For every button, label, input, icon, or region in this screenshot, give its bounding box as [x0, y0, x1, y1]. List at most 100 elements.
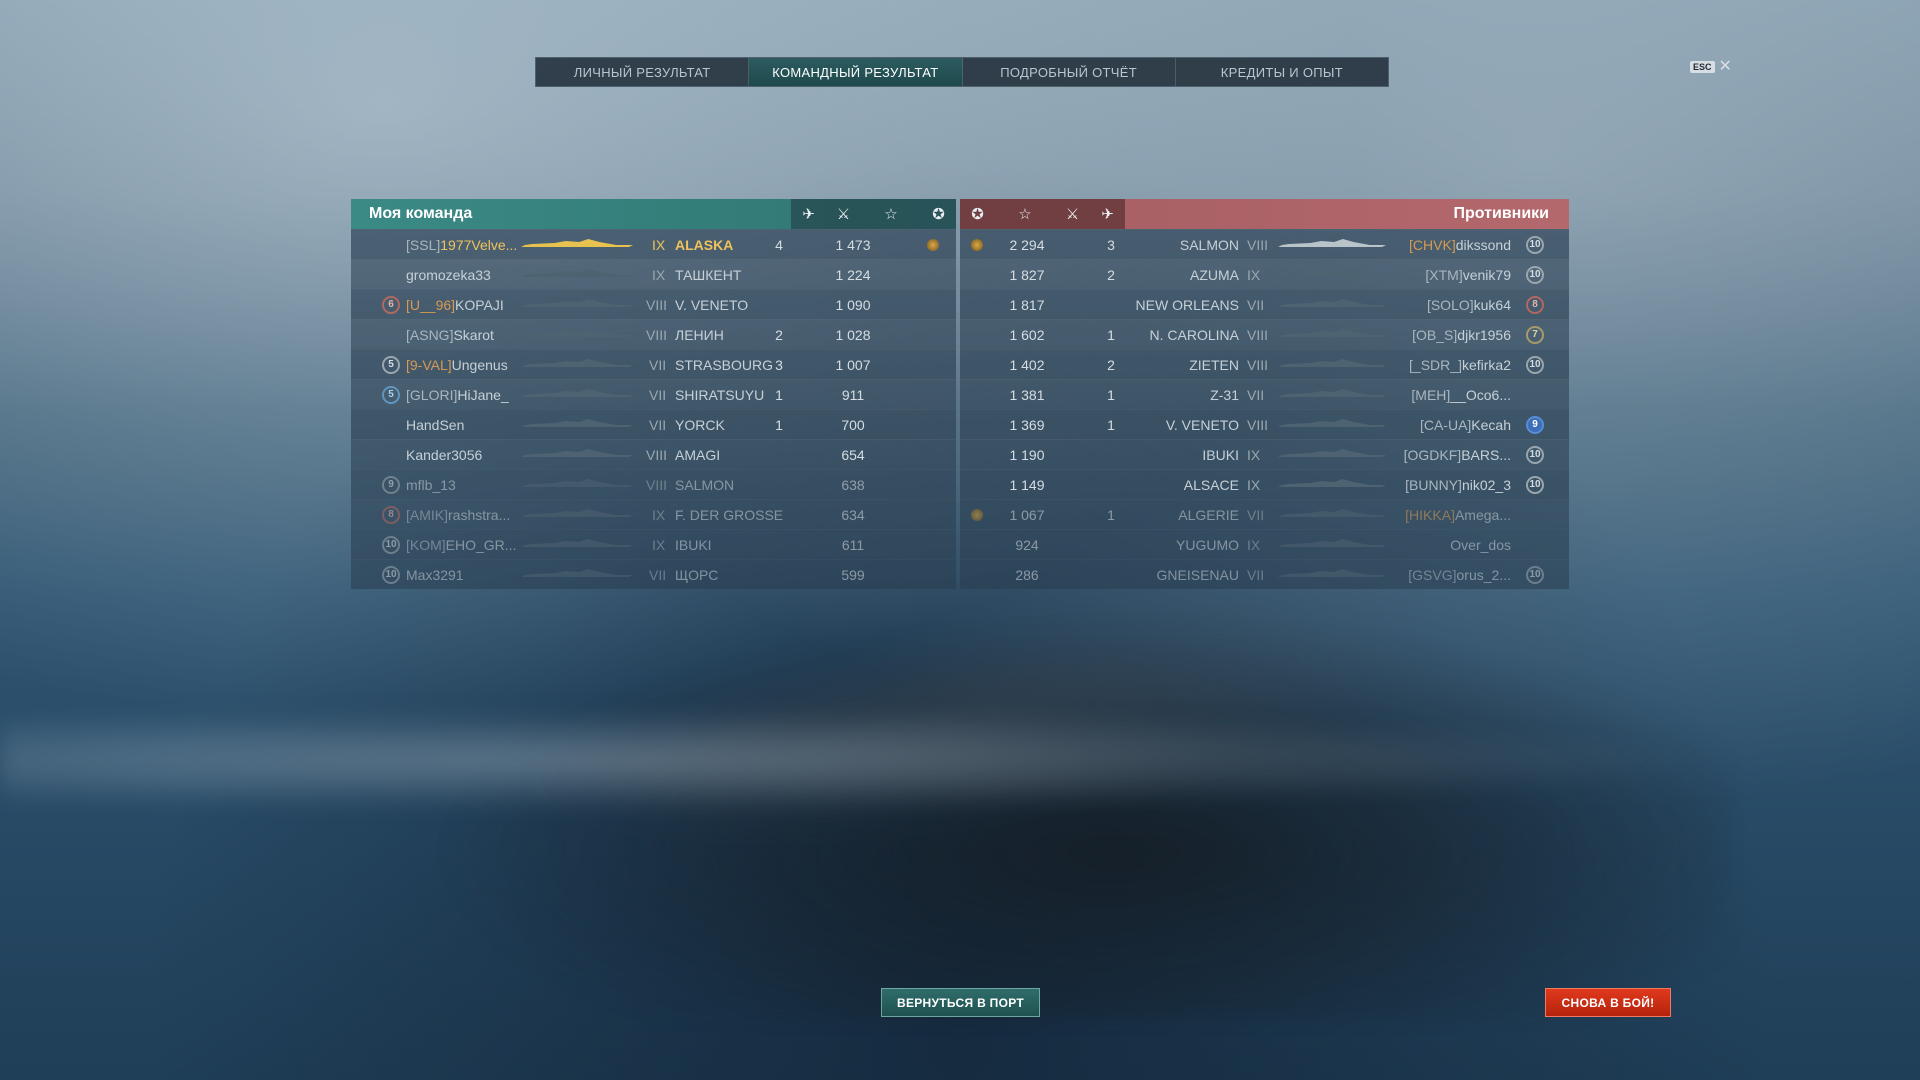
- ship-name: SALMON: [675, 476, 735, 493]
- plane-icon[interactable]: ✈: [791, 199, 826, 229]
- kills-count: 1: [1107, 386, 1115, 403]
- base-xp: 638: [841, 476, 865, 493]
- enemy-team-rows: 2 294 3 SALMON VIII [CHVK]dikssond 10 1 827 2 AZ…: [960, 229, 1569, 589]
- ship-silhouette: [1278, 538, 1386, 548]
- player-name[interactable]: [XTM]venik79: [1425, 267, 1511, 283]
- crossed-swords-icon[interactable]: ⚔: [1055, 199, 1090, 229]
- esc-key-badge: ESC: [1690, 61, 1715, 73]
- player-name[interactable]: mflb_13: [406, 477, 456, 493]
- player-name[interactable]: [OB_S]djkr1956: [1412, 327, 1511, 343]
- plane-icon[interactable]: ✈: [1090, 199, 1125, 229]
- kills-count: 1: [775, 416, 783, 433]
- player-nickname: gromozeka33: [406, 266, 491, 283]
- rank-badge: 10: [1526, 265, 1544, 284]
- base-xp: 611: [841, 536, 865, 553]
- medal-icon[interactable]: ✪: [960, 199, 995, 229]
- table-row[interactable]: 1 149 ALSACE IX [BUNNY]nik02_3 10: [960, 469, 1569, 499]
- player-name[interactable]: [9-VAL]Ungenus: [406, 357, 508, 373]
- table-row[interactable]: gromozeka33 IX ТАШКЕНТ 1 224: [351, 259, 956, 289]
- table-row[interactable]: 1 827 2 AZUMA IX [XTM]venik79 10: [960, 259, 1569, 289]
- table-row[interactable]: 2 294 3 SALMON VIII [CHVK]dikssond 10: [960, 229, 1569, 259]
- table-row[interactable]: 286 GNEISENAU VII [GSVG]orus_2... 10: [960, 559, 1569, 589]
- player-name[interactable]: [GSVG]orus_2...: [1408, 567, 1511, 583]
- ship-tier: VIII: [1247, 416, 1269, 433]
- player-name[interactable]: [KOM]EHO_GR...: [406, 537, 516, 553]
- player-name[interactable]: Max3291: [406, 567, 464, 583]
- ship-name: ЛЕНИН: [675, 326, 724, 343]
- player-name[interactable]: [OGDKF]BARS...: [1404, 447, 1511, 463]
- base-xp: 1 090: [835, 296, 871, 313]
- star-icon[interactable]: ☆: [995, 199, 1055, 229]
- player-name[interactable]: [GLORI]HiJane_: [406, 387, 509, 403]
- base-xp: 1 817: [1009, 296, 1045, 313]
- tab-team-result[interactable]: КОМАНДНЫЙ РЕЗУЛЬТАТ: [749, 58, 963, 86]
- table-row[interactable]: 8 [AMIK]rashstra... IX F. DER GROSSE 634: [351, 499, 956, 529]
- fight-again-button[interactable]: СНОВА В БОЙ!: [1545, 988, 1671, 1017]
- return-to-port-button[interactable]: ВЕРНУТЬСЯ В ПОРТ: [881, 988, 1040, 1017]
- table-row[interactable]: 5 [9-VAL]Ungenus VII STRASBOURG 3 1 007: [351, 349, 956, 379]
- table-row[interactable]: 10 [KOM]EHO_GR... IX IBUKI 611: [351, 529, 956, 559]
- player-name[interactable]: Over_dos: [1450, 537, 1511, 553]
- player-name[interactable]: [HIKKA]Amega...: [1405, 507, 1511, 523]
- table-row[interactable]: HandSen VII YORCK 1 700: [351, 409, 956, 439]
- clan-tag: [CA-UA]: [1419, 416, 1472, 433]
- player-name[interactable]: [ASNG]Skarot: [406, 327, 494, 343]
- player-nickname: HandSen: [406, 416, 465, 433]
- base-xp: 1 190: [1009, 446, 1045, 463]
- table-row[interactable]: 1 602 1 N. CAROLINA VIII [OB_S]djkr1956 7: [960, 319, 1569, 349]
- star-icon[interactable]: ☆: [861, 199, 921, 229]
- tab-personal-result[interactable]: ЛИЧНЫЙ РЕЗУЛЬТАТ: [536, 58, 750, 86]
- player-name[interactable]: HandSen: [406, 417, 464, 433]
- table-row[interactable]: 924 YUGUMO IX Over_dos: [960, 529, 1569, 559]
- clan-tag: [GLORI]: [406, 386, 458, 403]
- player-name[interactable]: gromozeka33: [406, 267, 491, 283]
- kills-count: 2: [1107, 356, 1115, 373]
- rank-badge: 10: [1526, 565, 1544, 584]
- table-row[interactable]: 1 381 1 Z-31 VII [MEH]__Oco6...: [960, 379, 1569, 409]
- clan-tag: [HIKKA]: [1405, 506, 1455, 523]
- close-icon[interactable]: ✕: [1719, 59, 1732, 75]
- player-name[interactable]: [BUNNY]nik02_3: [1405, 477, 1511, 493]
- player-name[interactable]: [SOLO]kuk64: [1427, 297, 1511, 313]
- base-xp: 286: [1015, 566, 1039, 583]
- clan-tag: [OGDKF]: [1403, 446, 1462, 463]
- ship-tier: IX: [652, 506, 666, 523]
- base-xp: 1 827: [1009, 266, 1045, 283]
- ship-tier: VIII: [646, 326, 668, 343]
- base-xp: 1 369: [1009, 416, 1045, 433]
- player-name[interactable]: [MEH]__Oco6...: [1411, 387, 1511, 403]
- enemy-team-panel: ✪ ☆ ⚔ ✈ Противники 2 294 3 SALMON VIII [CHVK…: [960, 199, 1569, 589]
- crossed-swords-icon[interactable]: ⚔: [826, 199, 861, 229]
- table-row[interactable]: 10 Max3291 VII ЩОРС 599: [351, 559, 956, 589]
- table-row[interactable]: 9 mflb_13 VIII SALMON 638: [351, 469, 956, 499]
- table-row[interactable]: 5 [GLORI]HiJane_ VII SHIRATSUYU 1 911: [351, 379, 956, 409]
- player-name[interactable]: [AMIK]rashstra...: [406, 507, 510, 523]
- table-row[interactable]: 1 067 1 ALGERIE VII [HIKKA]Amega...: [960, 499, 1569, 529]
- player-name[interactable]: [SSL]1977Velve...: [406, 237, 517, 253]
- table-row[interactable]: 1 402 2 ZIETEN VIII [_SDR_]kefirka2 10: [960, 349, 1569, 379]
- ship-name: IBUKI: [1202, 446, 1239, 463]
- table-row[interactable]: 1 190 IBUKI IX [OGDKF]BARS... 10: [960, 439, 1569, 469]
- table-row[interactable]: [ASNG]Skarot VIII ЛЕНИН 2 1 028: [351, 319, 956, 349]
- close-button[interactable]: ESC ✕: [1690, 59, 1732, 75]
- ship-tier: IX: [1247, 536, 1261, 553]
- table-row[interactable]: [SSL]1977Velve... IX ALASKA 4 1 473: [351, 229, 956, 259]
- ship-tier: IX: [652, 266, 666, 283]
- table-row[interactable]: Kander3056 VIII AMAGI 654: [351, 439, 956, 469]
- player-name[interactable]: [CA-UA]Kecah: [1420, 417, 1511, 433]
- ship-tier: VIII: [646, 446, 668, 463]
- player-name[interactable]: [U__96]KOPAJI: [406, 297, 504, 313]
- ship-silhouette: [1278, 478, 1386, 488]
- results-tabs: ЛИЧНЫЙ РЕЗУЛЬТАТ КОМАНДНЫЙ РЕЗУЛЬТАТ ПОД…: [535, 57, 1389, 87]
- medal-icon[interactable]: ✪: [921, 199, 956, 229]
- tab-credits-and-xp[interactable]: КРЕДИТЫ И ОПЫТ: [1176, 58, 1388, 86]
- player-name[interactable]: [CHVK]dikssond: [1409, 237, 1511, 253]
- player-nickname: Max3291: [406, 566, 464, 583]
- table-row[interactable]: 1 369 1 V. VENETO VIII [CA-UA]Kecah 9: [960, 409, 1569, 439]
- tab-detailed-report[interactable]: ПОДРОБНЫЙ ОТЧЁТ: [963, 58, 1176, 86]
- ship-name: AMAGI: [675, 446, 721, 463]
- table-row[interactable]: 6 [U__96]KOPAJI VIII V. VENETO 1 090: [351, 289, 956, 319]
- player-name[interactable]: [_SDR_]kefirka2: [1409, 357, 1511, 373]
- table-row[interactable]: 1 817 NEW ORLEANS VII [SOLO]kuk64 8: [960, 289, 1569, 319]
- player-name[interactable]: Kander3056: [406, 447, 482, 463]
